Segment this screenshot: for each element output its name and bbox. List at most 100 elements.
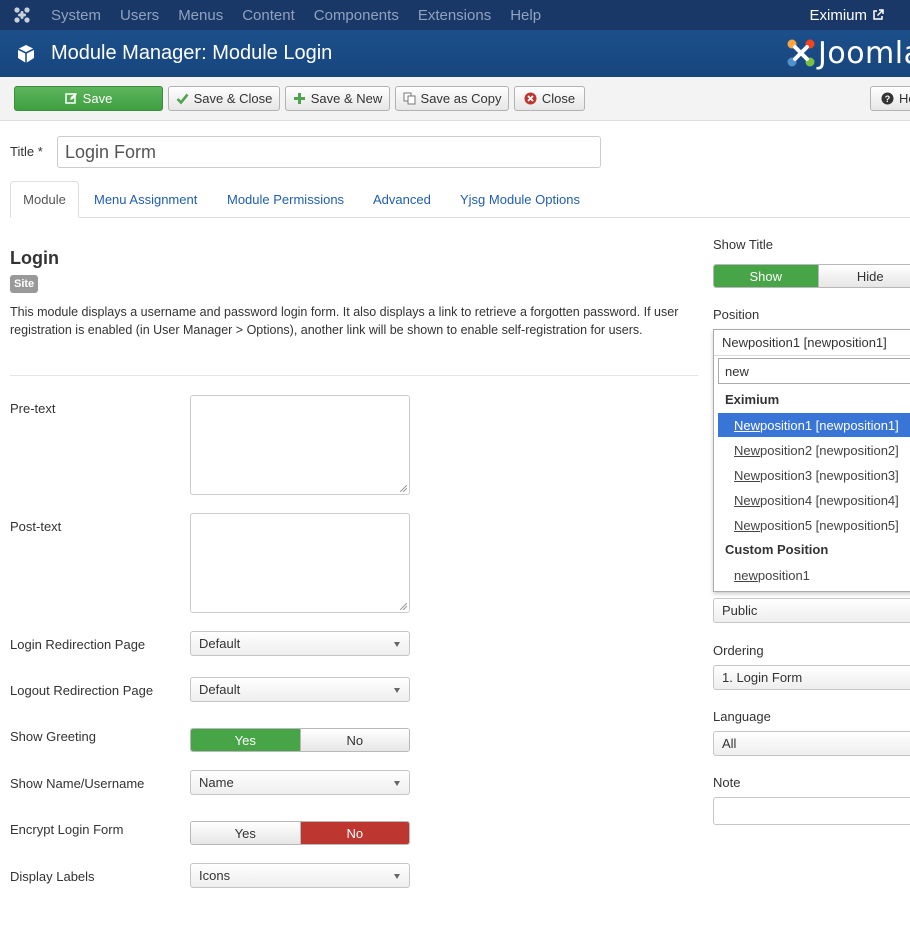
save-button[interactable]: Save xyxy=(14,86,163,111)
position-current-value[interactable]: Newposition1 [newposition1] xyxy=(714,330,910,356)
greeting-toggle: Yes No xyxy=(190,728,410,752)
joomla-logo-icon[interactable] xyxy=(13,6,31,24)
option-match: New xyxy=(734,492,761,508)
show-title-label: Show Title xyxy=(713,237,773,252)
save-label: Save xyxy=(82,91,113,106)
tab-module-permissions[interactable]: Module Permissions xyxy=(227,181,344,218)
encrypt-no-button[interactable]: No xyxy=(299,822,409,844)
page-title: Module Manager: Module Login xyxy=(51,42,333,64)
title-input[interactable]: Login Form xyxy=(57,136,601,168)
svg-text:?: ? xyxy=(885,94,891,104)
login-redirect-select[interactable]: Default xyxy=(190,631,410,656)
position-dropdown: Newposition1 [newposition1] new Eximium … xyxy=(713,329,910,592)
option-custom-newposition1[interactable]: new position1 xyxy=(718,563,910,587)
posttext-label: Post-text xyxy=(10,519,62,534)
encrypt-toggle: Yes No xyxy=(190,821,410,845)
close-button[interactable]: Close xyxy=(514,86,585,111)
option-newposition3[interactable]: New position3 [newposition3] xyxy=(718,463,910,487)
name-value: Name xyxy=(199,775,234,790)
language-value: All xyxy=(722,736,737,751)
option-rest: position1 xyxy=(757,567,810,583)
chevron-down-icon xyxy=(394,874,400,879)
option-match: New xyxy=(734,442,761,458)
greeting-no-button[interactable]: No xyxy=(299,729,409,751)
page-header: Module Manager: Module Login Joomla xyxy=(0,30,910,77)
menu-users[interactable]: Users xyxy=(120,7,159,24)
toolbar: Save Save & Close Save & New Save as Cop… xyxy=(0,77,910,121)
show-button[interactable]: Show xyxy=(714,265,818,287)
joomla-brand-icon xyxy=(787,39,815,67)
menu-content[interactable]: Content xyxy=(242,7,295,24)
tab-bar: Module Menu Assignment Module Permission… xyxy=(10,181,910,218)
name-label: Show Name/Username xyxy=(10,776,145,791)
login-redirect-value: Default xyxy=(199,636,241,651)
close-label: Close xyxy=(541,91,576,106)
position-label: Position xyxy=(713,307,760,322)
chevron-down-icon xyxy=(394,781,400,786)
logout-redirect-select[interactable]: Default xyxy=(190,677,410,702)
title-label: Title * xyxy=(10,144,43,159)
brand-word: Joomla xyxy=(818,35,910,71)
tab-yjsg-module-options[interactable]: Yjsg Module Options xyxy=(460,181,580,218)
position-search-input[interactable]: new xyxy=(718,358,910,384)
menu-help[interactable]: Help xyxy=(510,7,541,24)
check-icon xyxy=(176,93,189,105)
option-rest: position2 [newposition2] xyxy=(760,442,899,458)
option-match: New xyxy=(734,517,761,533)
tab-menu-assignment[interactable]: Menu Assignment xyxy=(94,181,197,218)
note-input[interactable] xyxy=(713,797,910,825)
chevron-down-icon xyxy=(394,688,400,693)
site-link[interactable]: Eximium xyxy=(809,0,884,30)
access-value: Public xyxy=(722,603,758,618)
language-select[interactable]: All xyxy=(713,731,910,756)
labels-select[interactable]: Icons xyxy=(190,863,410,888)
save-close-button[interactable]: Save & Close xyxy=(168,86,280,111)
site-badge: Site xyxy=(10,275,39,293)
resize-grip-icon[interactable] xyxy=(400,603,407,610)
save-new-label: Save & New xyxy=(310,91,383,106)
pretext-textarea[interactable] xyxy=(190,395,410,495)
module-name: Login xyxy=(10,248,59,268)
option-newposition5[interactable]: New position5 [newposition5] xyxy=(718,513,910,537)
option-rest: position4 [newposition4] xyxy=(760,492,899,508)
group-custom-position: Custom Position xyxy=(725,542,829,557)
module-description: This module displays a username and pass… xyxy=(10,305,679,337)
plus-icon xyxy=(293,93,305,104)
tab-module[interactable]: Module xyxy=(10,181,79,218)
question-icon: ? xyxy=(881,92,894,105)
help-label: He xyxy=(899,91,910,106)
ordering-select[interactable]: 1. Login Form xyxy=(713,665,910,690)
menu-system[interactable]: System xyxy=(51,7,101,24)
access-select[interactable]: Public xyxy=(713,598,910,623)
external-link-icon xyxy=(873,9,884,20)
site-name: Eximium xyxy=(809,6,867,24)
menu-extensions[interactable]: Extensions xyxy=(418,7,491,24)
name-select[interactable]: Name xyxy=(190,770,410,795)
menu-components[interactable]: Components xyxy=(314,7,399,24)
show-title-toggle: Show Hide xyxy=(713,264,910,288)
option-newposition1[interactable]: New position1 [newposition1] xyxy=(718,413,910,437)
group-eximium: Eximium xyxy=(725,392,780,407)
greeting-yes-button[interactable]: Yes xyxy=(191,729,300,751)
encrypt-yes-button[interactable]: Yes xyxy=(191,822,300,844)
hide-button[interactable]: Hide xyxy=(817,265,910,287)
menu-menus[interactable]: Menus xyxy=(178,7,223,24)
labels-value: Icons xyxy=(199,868,231,883)
save-copy-button[interactable]: Save as Copy xyxy=(395,86,509,111)
option-newposition2[interactable]: New position2 [newposition2] xyxy=(718,438,910,462)
resize-grip-icon[interactable] xyxy=(400,485,407,492)
option-match: new xyxy=(734,567,758,583)
tab-advanced[interactable]: Advanced xyxy=(373,181,431,218)
pretext-label: Pre-text xyxy=(10,401,56,416)
save-new-button[interactable]: Save & New xyxy=(285,86,390,111)
option-newposition4[interactable]: New position4 [newposition4] xyxy=(718,488,910,512)
logout-redirect-value: Default xyxy=(199,682,241,697)
help-button[interactable]: ? He xyxy=(870,86,910,111)
option-rest: position1 [newposition1] xyxy=(760,417,899,433)
option-rest: position5 [newposition5] xyxy=(760,517,899,533)
posttext-textarea[interactable] xyxy=(190,513,410,613)
top-navbar: System Users Menus Content Components Ex… xyxy=(0,0,910,30)
save-copy-label: Save as Copy xyxy=(420,91,502,106)
divider xyxy=(10,375,698,376)
labels-label: Display Labels xyxy=(10,869,95,884)
